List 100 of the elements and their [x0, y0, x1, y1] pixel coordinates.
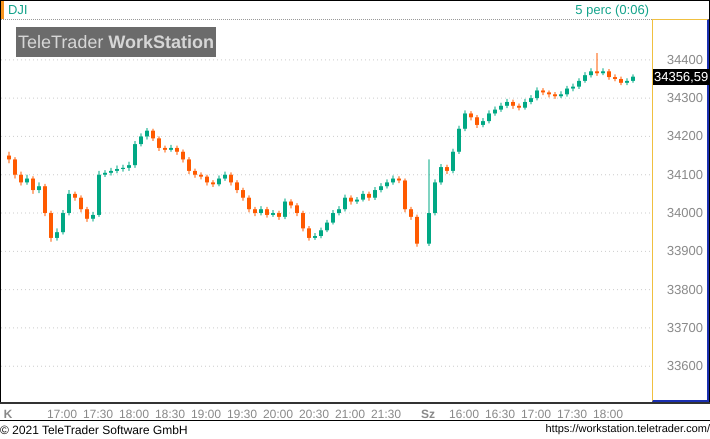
candlestick [493, 106, 497, 116]
candlestick [229, 172, 233, 186]
candlestick [265, 206, 269, 218]
candlestick [295, 202, 299, 217]
candlestick [253, 206, 257, 217]
candlestick [445, 164, 449, 174]
candlestick [91, 211, 95, 222]
price-label: 34400 [666, 52, 703, 67]
candlestick [565, 85, 569, 98]
candlestick [7, 151, 11, 164]
candlestick [187, 156, 191, 174]
candlestick [151, 128, 155, 142]
candlestick [523, 98, 527, 110]
time-label: 19:30 [226, 406, 258, 423]
candlestick [37, 182, 41, 194]
candlestick [247, 194, 251, 213]
candlestick [535, 86, 539, 101]
time-label: 17:30 [82, 406, 114, 423]
candlestick [337, 206, 341, 216]
candlestick [277, 210, 281, 220]
candlestick [583, 72, 587, 84]
candlestick [301, 210, 305, 232]
candlestick [325, 219, 329, 233]
candlestick [349, 194, 353, 206]
candlestick [85, 206, 89, 222]
candlestick [73, 191, 77, 202]
price-label: 33600 [666, 358, 703, 374]
price-label: 33900 [666, 243, 703, 258]
symbol-label: DJI [8, 1, 28, 20]
candlestick [367, 191, 371, 202]
candlestick [289, 198, 293, 209]
price-label: 34000 [666, 205, 703, 220]
candlestick [469, 110, 473, 121]
copyright-text: © 2021 TeleTrader Software GmbH [0, 422, 188, 438]
candlestick [475, 114, 479, 129]
candlestick [139, 132, 143, 147]
day-label: K [4, 406, 12, 423]
candlestick [157, 136, 161, 152]
price-label: 33800 [666, 282, 703, 297]
price-label: 34200 [666, 128, 703, 144]
candlestick [529, 94, 533, 105]
time-label: 21:00 [334, 406, 366, 423]
candlestick [55, 228, 59, 242]
candlestick [79, 194, 83, 213]
logo-product: WorkStation [108, 30, 214, 54]
candlestick [331, 209, 335, 226]
interval-label: 5 perc (0:06) [575, 1, 649, 20]
candlestick [409, 206, 413, 220]
candlestick [25, 174, 29, 186]
candlestick [505, 98, 509, 109]
candlestick [259, 206, 263, 216]
candlestick [481, 118, 485, 128]
time-label: 17:30 [556, 406, 588, 423]
candlestick [175, 145, 179, 156]
candlestick [283, 198, 287, 220]
time-label: 20:30 [298, 406, 330, 423]
time-label: 16:00 [448, 406, 480, 423]
time-label: 18:00 [118, 406, 150, 423]
candlestick [145, 128, 149, 140]
candlestick [193, 168, 197, 178]
candlestick [319, 227, 323, 239]
candlestick [223, 171, 227, 182]
time-label: 20:00 [262, 406, 294, 423]
candlestick [439, 164, 443, 186]
candlestick [463, 110, 467, 132]
candlestick [373, 186, 377, 201]
price-label: 34300 [666, 90, 703, 106]
candlestick [343, 194, 347, 212]
candlestick [133, 140, 137, 168]
price-label: 33700 [666, 320, 703, 335]
candlestick [361, 190, 365, 202]
candlestick [511, 99, 515, 110]
website-link[interactable]: https://workstation.teletrader.com/ [546, 421, 710, 438]
time-label: 19:00 [190, 406, 222, 423]
current-price-label: 34356,59 [653, 69, 710, 85]
candlestick [577, 78, 581, 90]
candlestick [589, 68, 593, 78]
symbol-marker [1, 1, 4, 19]
candlestick [487, 110, 491, 124]
time-label: 21:30 [370, 406, 402, 423]
candlestick [31, 176, 35, 194]
candlestick [499, 102, 503, 112]
logo-brand: TeleTrader [18, 30, 104, 54]
candlestick [19, 171, 23, 186]
time-label: 18:30 [154, 406, 186, 423]
day-label: Sz [421, 406, 435, 423]
time-label: 17:00 [520, 406, 552, 423]
candlestick [217, 175, 221, 187]
candlestick [13, 156, 17, 180]
candlestick [67, 190, 71, 216]
time-label: 16:30 [484, 406, 516, 423]
candlestick [451, 148, 455, 174]
candlestick [457, 125, 461, 155]
candlestick [307, 226, 311, 242]
candlestick [205, 174, 209, 186]
candlestick [379, 182, 383, 193]
time-label: 18:00 [592, 406, 624, 423]
candlestick [235, 180, 239, 194]
time-label: 17:00 [46, 406, 78, 423]
candlestick [181, 148, 185, 163]
